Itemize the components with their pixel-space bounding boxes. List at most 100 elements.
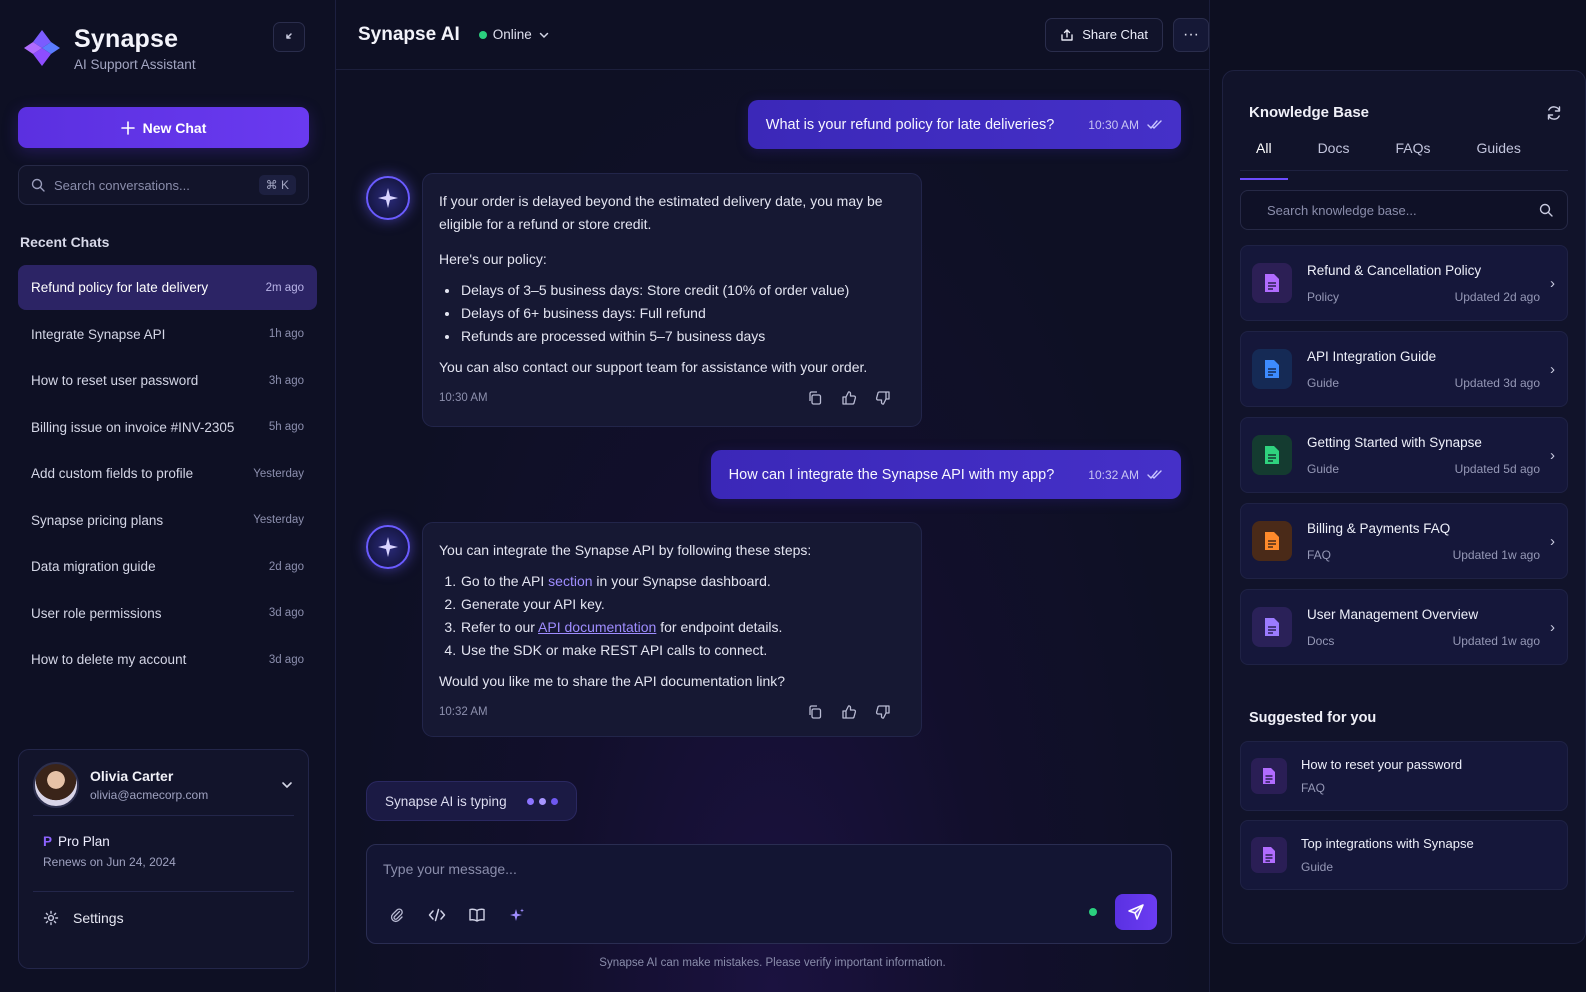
chat-item-label: Refund policy for late delivery [31,280,209,295]
chevron-down-icon[interactable] [280,778,294,792]
chevron-right-icon: › [1550,446,1555,464]
policy-list: Delays of 3–5 business days: Store credi… [460,279,905,348]
sparkle-icon [378,537,398,557]
kb-item-updated: Updated 3d ago [1454,375,1540,390]
thumbs-up-icon[interactable] [841,390,857,406]
chat-item-pricing-plans[interactable]: Synapse pricing plans Yesterday [18,498,317,543]
refresh-icon[interactable] [1546,105,1562,121]
chat-item-refund-policy[interactable]: Refund policy for late delivery 2m ago [18,265,317,310]
bot-message-outro: Would you like me to share the API docum… [439,673,786,689]
settings-button[interactable]: Settings [33,892,294,926]
step-text: for endpoint details. [656,619,783,635]
thumbs-down-icon[interactable] [875,390,891,406]
kb-item-updated: Updated 1w ago [1452,633,1540,648]
synapse-logo-icon [24,30,60,66]
attach-button[interactable] [381,899,413,931]
knowledge-base-search-input[interactable]: Search knowledge base... [1240,190,1568,230]
status-dropdown[interactable]: Online [478,27,550,42]
bot-message: If your order is delayed beyond the esti… [422,173,922,427]
chat-item-delete-account[interactable]: How to delete my account 3d ago [18,637,317,682]
user-card: Olivia Carter olivia@acmecorp.com P Pro P… [18,749,309,969]
plan-badge: P [43,834,53,849]
kb-item-user-management[interactable]: User Management Overview Docs Updated 1w a… [1240,589,1568,665]
new-chat-button[interactable]: New Chat [18,107,309,148]
document-icon [1252,607,1292,647]
code-icon [428,908,446,922]
copy-icon[interactable] [807,390,823,406]
recent-chat-list: Refund policy for late delivery 2m ago In… [18,265,317,682]
suggested-title: Suggested for you [1249,710,1377,726]
collapse-sidebar-button[interactable] [273,22,305,52]
kb-item-api-guide[interactable]: API Integration Guide Guide Updated 3d ago… [1240,331,1568,407]
more-options-button[interactable]: ··· [1173,17,1209,52]
copy-icon[interactable] [807,704,823,720]
chat-item-label: Billing issue on invoice #INV-2305 [31,419,235,435]
code-button[interactable] [421,899,453,931]
suggested-item-reset-password[interactable]: How to reset your password FAQ [1240,741,1568,811]
list-item: Use the SDK or make REST API calls to co… [460,639,905,662]
tab-docs[interactable]: Docs [1302,135,1366,170]
keyboard-shortcut-badge: ⌘ K [258,175,296,195]
list-item: Refer to our API documentation for endpo… [460,616,905,639]
chat-item-time: 2d ago [268,560,304,573]
chat-item-label: Integrate Synapse API [31,326,166,342]
send-icon [1128,904,1144,920]
user-name: Olivia Carter [90,767,174,784]
share-chat-button[interactable]: Share Chat [1045,17,1163,52]
tab-faqs[interactable]: FAQs [1379,135,1446,170]
chevron-down-icon [539,32,549,38]
chat-item-role-permissions[interactable]: User role permissions 3d ago [18,591,317,636]
typing-text: Synapse AI is typing [385,793,507,809]
kb-item-title: User Management Overview [1307,606,1479,622]
user-email: olivia@acmecorp.com [90,787,209,802]
kb-item-refund-policy[interactable]: Refund & Cancellation Policy Policy Update… [1240,245,1568,321]
user-profile-row[interactable]: Olivia Carter olivia@acmecorp.com [33,761,294,816]
document-icon [1251,758,1287,794]
search-conversations-placeholder: Search conversations... [54,177,190,193]
chat-header: Synapse AI Online Share Chat ··· [336,0,1209,70]
paperclip-icon [390,908,403,923]
thumbs-up-icon[interactable] [841,704,857,720]
list-item: Go to the API section in your Synapse da… [460,570,905,593]
send-button[interactable] [1115,894,1157,930]
chat-item-time: Yesterday [253,467,304,480]
chat-item-billing-issue[interactable]: Billing issue on invoice #INV-2305 5h ago [18,405,317,450]
chat-item-time: Yesterday [253,514,304,526]
message-time: 10:32 AM [1088,467,1139,482]
chat-item-data-migration[interactable]: Data migration guide 2d ago [18,544,317,589]
kb-item-type: Guide [1307,375,1340,390]
chat-item-reset-password[interactable]: How to reset user password 3h ago [18,358,317,403]
bot-message-outro: You can also contact our support team fo… [439,359,868,375]
list-item: Delays of 6+ business days: Full refund [460,302,905,325]
kb-item-type: FAQ [1307,547,1332,562]
message-input[interactable] [383,861,1155,877]
chat-title: Synapse AI [358,23,460,45]
avatar [33,761,79,808]
plan-info: P Pro Plan Renews on Jun 24, 2024 [33,816,294,892]
recent-chats-title: Recent Chats [20,234,110,250]
suggested-item-top-integrations[interactable]: Top integrations with Synapse Guide [1240,820,1568,890]
settings-label: Settings [73,910,124,926]
bot-message: You can integrate the Synapse API by fol… [422,522,922,737]
api-documentation-link[interactable]: API documentation [538,619,656,635]
ai-assist-button[interactable] [501,899,533,931]
brand: Synapse AI Support Assistant [18,0,317,100]
share-chat-label: Share Chat [1082,27,1148,42]
tab-all[interactable]: All [1240,135,1288,180]
kb-item-getting-started[interactable]: Getting Started with Synapse Guide Updated… [1240,417,1568,493]
kb-item-type: Guide [1307,461,1340,476]
collapse-icon [286,33,292,39]
suggested-item-type: Guide [1301,860,1334,874]
thumbs-down-icon[interactable] [875,704,891,720]
kb-item-billing-faq[interactable]: Billing & Payments FAQ FAQ Updated 1w ago … [1240,503,1568,579]
kb-item-title: API Integration Guide [1307,348,1437,364]
sidebar: Synapse AI Support Assistant New Chat Se… [0,0,336,992]
tab-guides[interactable]: Guides [1460,135,1536,170]
chat-item-time: 1h ago [268,328,304,340]
search-conversations-input[interactable]: Search conversations... ⌘ K [18,165,309,205]
knowledge-base-card: Knowledge Base All Docs FAQs Guides Sear… [1222,70,1586,944]
chat-item-custom-fields[interactable]: Add custom fields to profile Yesterday [18,451,317,496]
knowledge-button[interactable] [461,899,493,931]
section-link[interactable]: section [548,573,592,589]
chat-item-integrate-api[interactable]: Integrate Synapse API 1h ago [18,312,317,357]
